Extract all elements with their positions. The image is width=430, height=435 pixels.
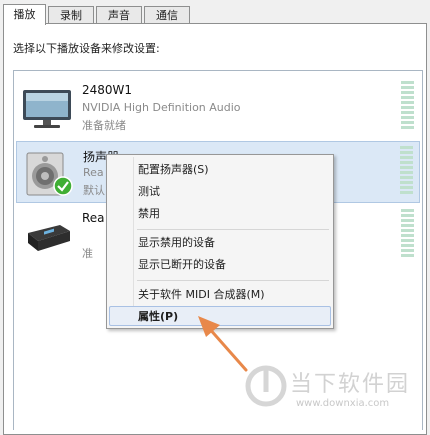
menu-item-configure-speakers[interactable]: 配置扬声器(S) [109,160,331,180]
volume-meter [401,209,414,259]
volume-meter [401,81,414,131]
tab-communications[interactable]: 通信 [144,6,190,23]
watermark: 当下软件园 www.downxia.com [244,362,408,413]
menu-item-properties[interactable]: 属性(P) [109,306,331,326]
menu-item-about-midi[interactable]: 关于软件 MIDI 合成器(M) [109,285,331,305]
menu-item-test[interactable]: 测试 [109,182,331,202]
menu-separator [137,229,329,230]
digital-output-icon [28,225,70,251]
device-status: 默认 [83,184,105,197]
device-item-monitor[interactable]: 2480W1 NVIDIA High Definition Audio 准备就绪 [16,77,420,139]
monitor-icon [23,90,71,128]
watermark-title: 当下软件园 [290,372,411,397]
device-status: 准备就绪 [82,119,126,132]
watermark-url: www.downxia.com [296,398,390,409]
tab-sounds[interactable]: 声音 [96,6,142,23]
menu-item-show-disconnected[interactable]: 显示已断开的设备 [109,255,331,275]
device-driver: NVIDIA High Definition Audio [82,101,241,114]
context-menu: 配置扬声器(S) 测试 禁用 显示禁用的设备 显示已断开的设备 关于软件 MID… [106,154,334,329]
tab-playback[interactable]: 播放 [3,4,46,25]
tab-recording[interactable]: 录制 [48,6,94,23]
menu-item-show-disabled[interactable]: 显示禁用的设备 [109,233,331,253]
menu-separator [137,280,329,281]
device-driver: Rea [83,166,104,179]
volume-meter [400,146,413,196]
device-name: Rea [82,211,105,225]
device-status: 准 [82,247,93,260]
menu-item-disable[interactable]: 禁用 [109,204,331,224]
default-check-icon [53,176,73,196]
device-name: 2480W1 [82,83,133,97]
instruction-text: 选择以下播放设备来修改设置: [13,42,160,55]
watermark-logo-icon [245,365,287,407]
